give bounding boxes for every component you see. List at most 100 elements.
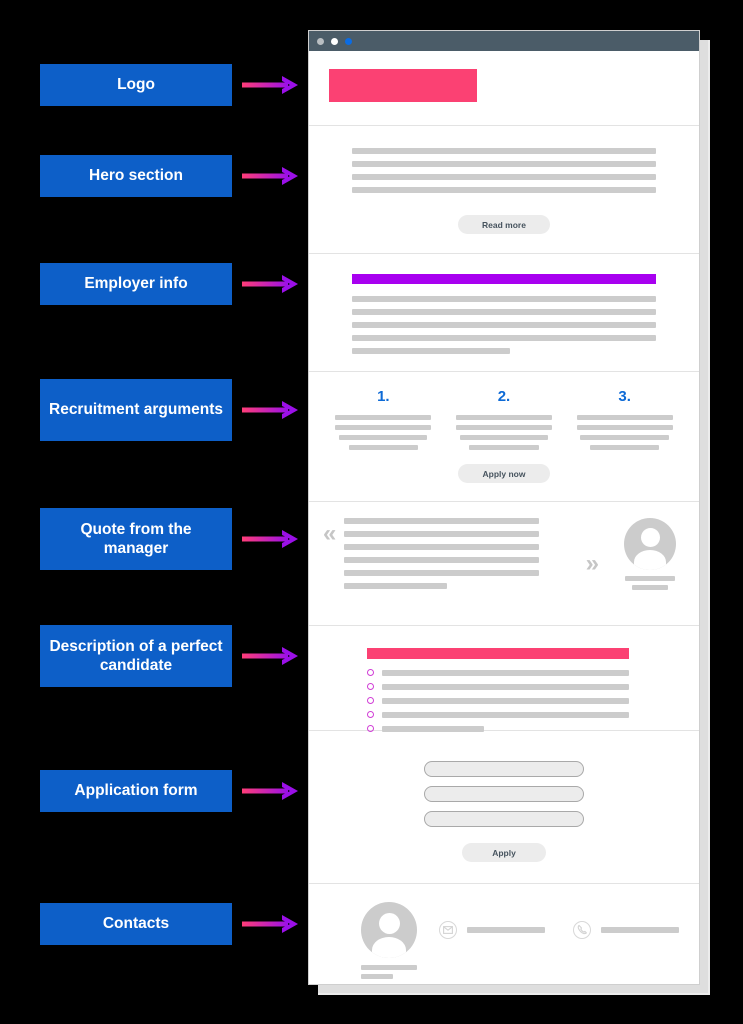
text-line bbox=[352, 148, 656, 154]
window-dot-blue[interactable] bbox=[345, 37, 352, 45]
annotation-contacts: Contacts bbox=[40, 903, 304, 945]
text-line bbox=[590, 445, 660, 450]
argument-number: 1. bbox=[377, 388, 390, 405]
candidate-heading-placeholder bbox=[367, 648, 629, 659]
text-line bbox=[455, 425, 552, 430]
employer-heading-placeholder bbox=[352, 274, 656, 284]
arrow-right-icon bbox=[242, 913, 304, 935]
section-recruitment-arguments: 1. 2. 3. Apply now bbox=[309, 372, 699, 502]
text-line bbox=[335, 415, 432, 420]
quote-author bbox=[615, 518, 685, 590]
annotation-quote-from-the-manager: Quote from the manager bbox=[40, 508, 304, 570]
bullet-ring-icon bbox=[367, 711, 374, 718]
quote-open-icon: « bbox=[323, 520, 337, 547]
quote-text-placeholder bbox=[344, 518, 615, 589]
bullet-ring-icon bbox=[367, 669, 374, 676]
arrow-right-icon bbox=[242, 74, 304, 96]
infographic-stage: Logo Hero section Employer info Recruitm… bbox=[0, 0, 743, 1024]
text-line bbox=[382, 697, 629, 704]
argument-text-placeholder bbox=[576, 415, 673, 450]
text-line bbox=[459, 435, 549, 440]
arrow-right-icon bbox=[242, 165, 304, 187]
email-value-placeholder bbox=[467, 926, 545, 933]
annotation-label-box: Application form bbox=[40, 770, 232, 812]
text-line bbox=[335, 425, 432, 430]
quote-close-icon: » bbox=[585, 550, 599, 577]
form-field-1[interactable] bbox=[424, 761, 584, 777]
arrow-right-icon bbox=[242, 645, 304, 667]
text-line bbox=[352, 187, 656, 193]
section-logo bbox=[309, 51, 699, 126]
text-line bbox=[580, 435, 669, 440]
logo-placeholder[interactable] bbox=[329, 69, 477, 102]
arrow-right-icon bbox=[242, 780, 304, 802]
text-line bbox=[344, 531, 540, 537]
annotation-recruitment-arguments: Recruitment arguments bbox=[40, 379, 304, 441]
bullet-ring-icon bbox=[367, 697, 374, 704]
text-line bbox=[344, 570, 540, 576]
phone-icon bbox=[573, 920, 591, 939]
text-line bbox=[352, 322, 656, 328]
annotation-label-box: Contacts bbox=[40, 903, 232, 945]
avatar bbox=[361, 902, 417, 958]
annotation-label-box: Description of a perfect candidate bbox=[40, 625, 232, 687]
argument-text-placeholder bbox=[335, 415, 432, 450]
annotation-logo: Logo bbox=[40, 64, 304, 106]
apply-button[interactable]: Apply bbox=[460, 841, 548, 864]
arrow-right-icon bbox=[242, 273, 304, 295]
text-line bbox=[352, 335, 656, 341]
section-employer-info bbox=[309, 254, 699, 372]
text-line bbox=[344, 544, 540, 550]
list-item bbox=[367, 683, 629, 690]
contact-email[interactable] bbox=[439, 920, 545, 939]
text-line bbox=[361, 974, 393, 979]
text-line bbox=[344, 583, 448, 589]
text-line bbox=[348, 445, 418, 450]
argument-item: 3. bbox=[576, 388, 673, 450]
annotation-label-box: Quote from the manager bbox=[40, 508, 232, 570]
contact-phone[interactable] bbox=[573, 920, 679, 939]
list-item bbox=[367, 669, 629, 676]
annotation-application-form: Application form bbox=[40, 770, 304, 812]
text-line bbox=[382, 711, 629, 718]
section-hero: Read more bbox=[309, 126, 699, 254]
read-more-button[interactable]: Read more bbox=[456, 213, 552, 236]
form-field-3[interactable] bbox=[424, 811, 584, 827]
annotation-employer-info: Employer info bbox=[40, 263, 304, 305]
text-line bbox=[625, 576, 675, 581]
argument-item: 1. bbox=[335, 388, 432, 450]
arrow-right-icon bbox=[242, 528, 304, 550]
quote-author-name-placeholder bbox=[625, 576, 675, 590]
form-field-2[interactable] bbox=[424, 786, 584, 802]
contact-person bbox=[361, 902, 429, 979]
text-line bbox=[632, 585, 668, 590]
text-line bbox=[339, 435, 428, 440]
list-item bbox=[367, 711, 629, 718]
bullet-ring-icon bbox=[367, 683, 374, 690]
text-line bbox=[382, 683, 629, 690]
annotation-hero-section: Hero section bbox=[40, 155, 304, 197]
browser-window-mockup: Read more 1. 2. 3. Apply now « » Apply bbox=[308, 30, 700, 985]
text-line bbox=[352, 309, 656, 315]
window-dot-gray[interactable] bbox=[317, 37, 324, 45]
argument-number: 3. bbox=[618, 388, 631, 405]
text-line bbox=[469, 445, 539, 450]
text-line bbox=[352, 296, 656, 302]
argument-number: 2. bbox=[497, 388, 511, 405]
arrow-right-icon bbox=[242, 399, 304, 421]
text-line bbox=[352, 348, 511, 354]
text-line bbox=[344, 557, 540, 563]
section-contacts bbox=[309, 884, 699, 1004]
apply-now-button[interactable]: Apply now bbox=[456, 462, 552, 485]
annotation-label-box: Employer info bbox=[40, 263, 232, 305]
envelope-icon bbox=[439, 920, 457, 939]
window-dot-white[interactable] bbox=[331, 37, 338, 45]
annotation-label-box: Hero section bbox=[40, 155, 232, 197]
text-line bbox=[361, 965, 417, 970]
annotation-description-of-a-perfect-candidate: Description of a perfect candidate bbox=[40, 625, 304, 687]
text-line bbox=[576, 415, 673, 420]
hero-text-placeholder bbox=[352, 148, 656, 193]
text-line bbox=[344, 518, 540, 524]
text-line bbox=[576, 425, 673, 430]
section-quote: « » bbox=[309, 502, 699, 626]
